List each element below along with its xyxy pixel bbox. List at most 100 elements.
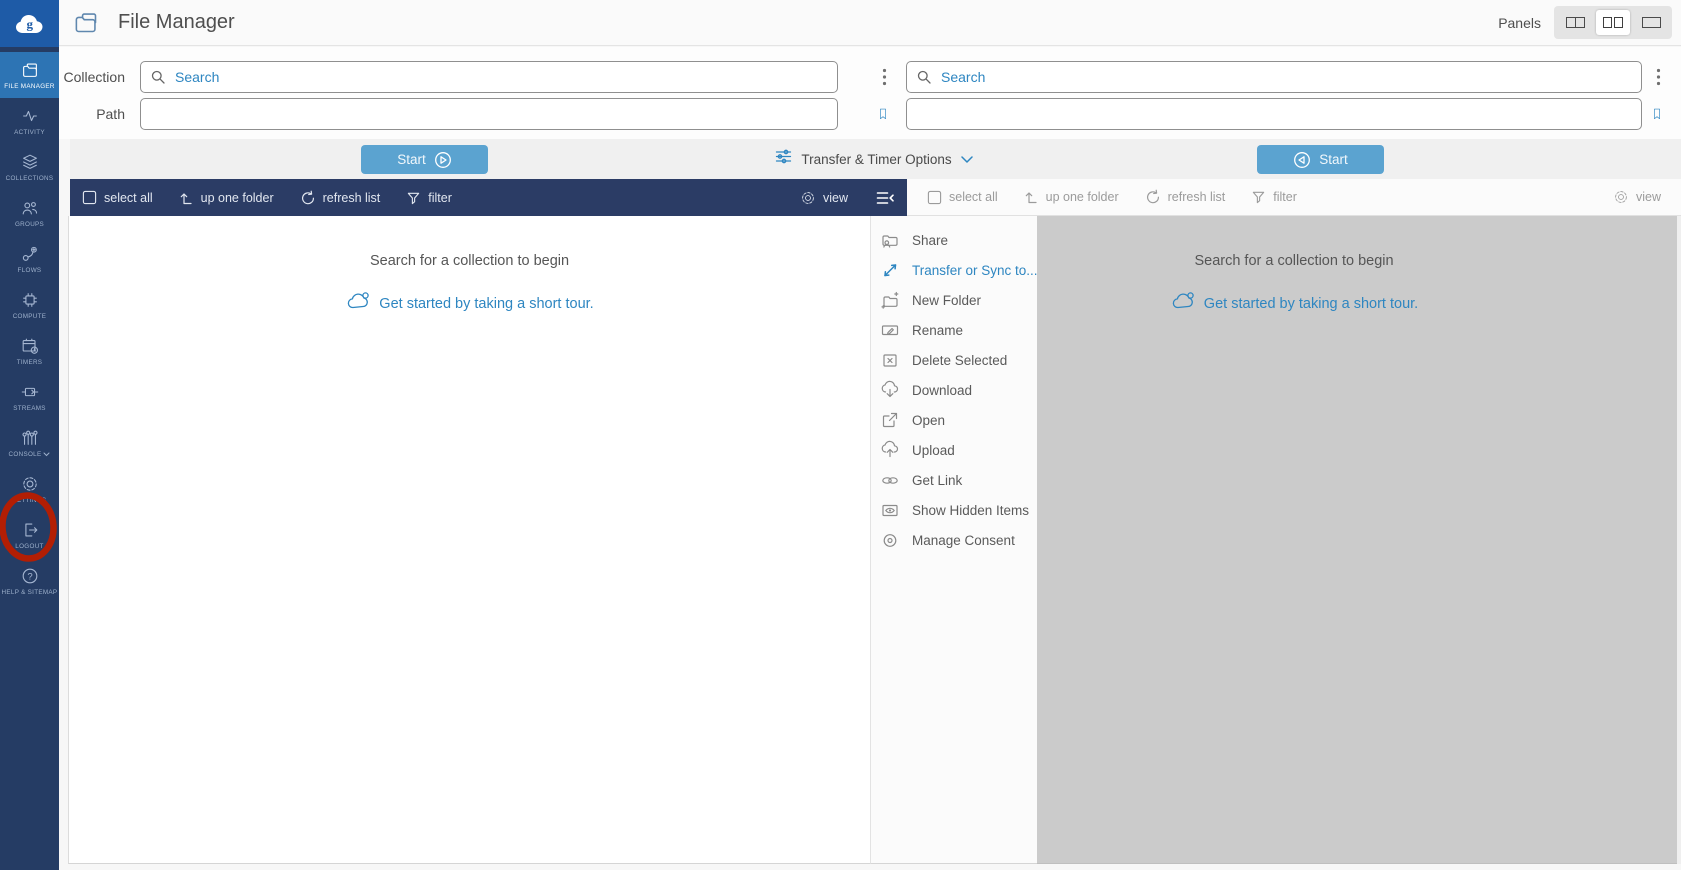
view-button[interactable]: view	[800, 190, 848, 206]
sidebar-item-collections[interactable]: COLLECTIONS	[0, 144, 59, 190]
toolbar-left: select all up one folder refresh list fi…	[70, 179, 907, 216]
sidebar-item-settings[interactable]: SETTINGS	[0, 466, 59, 512]
transfer-timer-options-label: Transfer & Timer Options	[801, 152, 951, 167]
chip-icon	[20, 290, 40, 310]
action-share[interactable]: Share	[871, 225, 1037, 255]
bookmark-button-right[interactable]	[1647, 99, 1667, 129]
path-input-right[interactable]	[906, 98, 1642, 130]
panel-layout-full-button[interactable]	[1634, 10, 1668, 35]
sidebar-item-label: HELP & SITEMAP	[2, 589, 58, 596]
refresh-list-button[interactable]: refresh list	[300, 190, 381, 206]
collection-menu-button-right[interactable]	[1649, 62, 1667, 92]
panel-layout-left-button[interactable]	[1558, 10, 1592, 35]
filter-button[interactable]: filter	[406, 191, 452, 205]
select-all-button[interactable]: select all	[82, 190, 153, 205]
tour-link-left[interactable]: Get started by taking a short tour.	[68, 291, 871, 316]
sidebar-item-flows[interactable]: FLOWS	[0, 236, 59, 282]
up-one-folder-button[interactable]: up one folder	[179, 190, 274, 206]
stream-icon	[20, 382, 40, 402]
tour-link-label: Get started by taking a short tour.	[379, 296, 593, 312]
filter-label: filter	[1273, 190, 1297, 204]
panel-full-layout-icon	[1642, 17, 1661, 28]
refresh-list-button[interactable]: refresh list	[1145, 189, 1226, 205]
action-label: New Folder	[912, 293, 981, 308]
transfer-arrows-icon	[879, 259, 901, 281]
filter-icon	[406, 191, 421, 205]
view-button[interactable]: view	[1613, 189, 1661, 205]
filter-button[interactable]: filter	[1251, 190, 1297, 204]
sidebar-item-streams[interactable]: STREAMS	[0, 374, 59, 420]
kebab-menu-icon	[882, 68, 887, 86]
collection-prompt-left: Search for a collection to begin	[68, 253, 871, 269]
action-show-hidden-items[interactable]: Show Hidden Items	[871, 495, 1037, 525]
rename-icon	[879, 319, 901, 341]
start-transfer-button-right[interactable]: Start	[1257, 145, 1384, 174]
up-one-folder-label: up one folder	[1046, 190, 1119, 204]
start-transfer-button-left[interactable]: Start	[361, 145, 488, 174]
sidebar-item-compute[interactable]: COMPUTE	[0, 282, 59, 328]
toolbar-right-right-group: view	[1613, 189, 1661, 205]
bookmark-icon	[1653, 101, 1661, 127]
select-all-button[interactable]: select all	[927, 190, 998, 205]
action-transfer-or-sync[interactable]: Transfer or Sync to...	[871, 255, 1037, 285]
page-title: File Manager	[118, 11, 235, 34]
select-all-label: select all	[949, 190, 998, 204]
sidebar-item-groups[interactable]: GROUPS	[0, 190, 59, 236]
gear-icon	[20, 474, 40, 494]
sidebar-item-help-sitemap[interactable]: ? HELP & SITEMAP	[0, 558, 59, 604]
transfer-timer-options-dropdown[interactable]: Transfer & Timer Options	[774, 145, 974, 173]
collapse-action-panel-button[interactable]	[876, 191, 895, 205]
action-label: Download	[912, 383, 972, 398]
panel-layout-split-button[interactable]	[1596, 10, 1630, 35]
collection-search-input-right[interactable]	[906, 61, 1642, 93]
tour-link-label: Get started by taking a short tour.	[1204, 296, 1418, 312]
sidebar-item-label: COLLECTIONS	[6, 175, 54, 182]
action-manage-consent[interactable]: Manage Consent	[871, 525, 1037, 555]
action-open[interactable]: Open	[871, 405, 1037, 435]
sidebar-item-label: GROUPS	[15, 221, 44, 228]
sidebar-item-label: TIMERS	[17, 359, 43, 366]
action-delete-selected[interactable]: Delete Selected	[871, 345, 1037, 375]
action-download[interactable]: Download	[871, 375, 1037, 405]
view-gear-icon	[1613, 189, 1629, 205]
up-one-folder-button[interactable]: up one folder	[1024, 189, 1119, 205]
filter-icon	[1251, 190, 1266, 204]
sidebar-item-logout[interactable]: LOGOUT	[0, 512, 59, 558]
file-manager-icon	[73, 10, 100, 35]
action-new-folder[interactable]: New Folder	[871, 285, 1037, 315]
action-get-link[interactable]: Get Link	[871, 465, 1037, 495]
sidebar-item-file-manager[interactable]: FILE MANAGER	[0, 52, 59, 98]
bookmark-button-left[interactable]	[873, 99, 893, 129]
action-upload[interactable]: Upload	[871, 435, 1037, 465]
sidebar-item-label: FLOWS	[18, 267, 42, 274]
calendar-clock-icon	[20, 336, 40, 356]
help-icon: ?	[20, 566, 40, 586]
chevron-down-icon	[961, 150, 973, 168]
up-one-folder-icon	[1024, 189, 1039, 205]
tour-icon	[345, 291, 371, 316]
action-label: Show Hidden Items	[912, 503, 1029, 518]
sidebar-item-timers[interactable]: TIMERS	[0, 328, 59, 374]
globus-logo[interactable]: g	[0, 0, 59, 47]
action-label: Manage Consent	[912, 533, 1015, 548]
checkbox-icon	[82, 190, 97, 205]
collection-search-input-left[interactable]	[140, 61, 838, 93]
action-label: Transfer or Sync to...	[912, 263, 1038, 278]
sidebar-item-label: ACTIVITY	[14, 129, 45, 136]
collection-menu-button-left[interactable]	[875, 62, 893, 92]
file-manager-screen: g FILE MANAGER ACTIVITY COLLECTIONS	[0, 0, 1681, 870]
sidebar-item-console[interactable]: CONSOLE	[0, 420, 59, 466]
download-icon	[879, 379, 901, 401]
view-gear-icon	[800, 190, 816, 206]
open-icon	[879, 409, 901, 431]
sidebar-item-label: LOGOUT	[15, 543, 43, 550]
sidebar: g FILE MANAGER ACTIVITY COLLECTIONS	[0, 0, 59, 870]
folder-icon	[20, 60, 40, 80]
toolbar-left-right-group: view	[800, 190, 895, 206]
panel-layout-group	[1554, 6, 1672, 39]
filter-label: filter	[428, 191, 452, 205]
svg-text:g: g	[26, 16, 33, 31]
sidebar-item-activity[interactable]: ACTIVITY	[0, 98, 59, 144]
action-rename[interactable]: Rename	[871, 315, 1037, 345]
path-input-left[interactable]	[140, 98, 838, 130]
